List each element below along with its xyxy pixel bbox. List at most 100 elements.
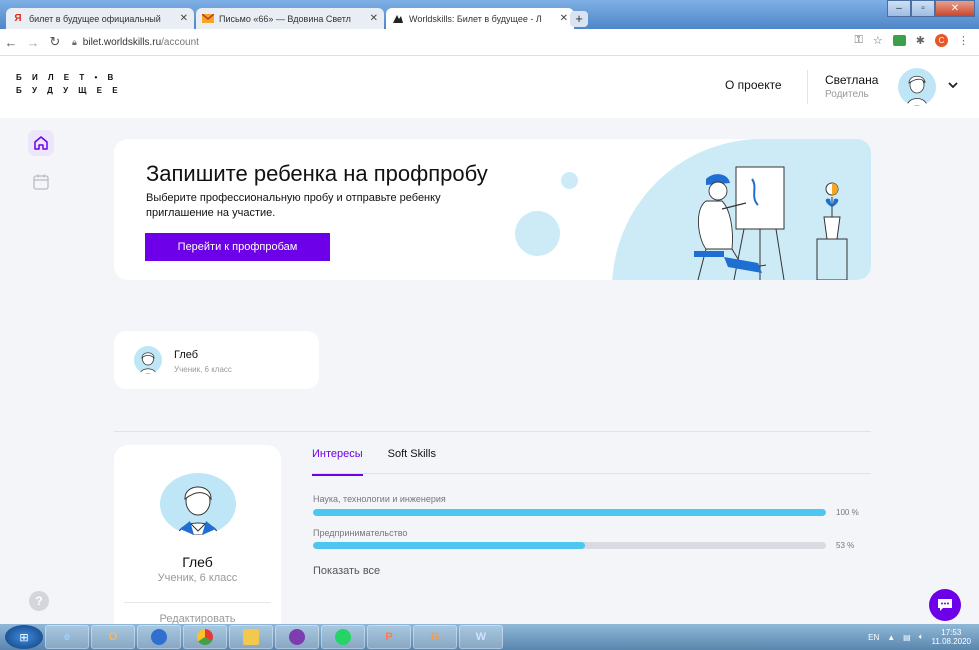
chat-button[interactable] xyxy=(929,589,961,621)
mail-icon xyxy=(202,13,214,25)
profile-card: Глеб Ученик, 6 класс Редактировать xyxy=(114,445,281,635)
profile-avatar xyxy=(160,473,236,535)
browser-tab-mail[interactable]: Письмо «66» — Вдовина Светл ✕ xyxy=(196,8,384,29)
header-divider xyxy=(807,70,808,104)
interest-percent: 53 % xyxy=(836,541,855,550)
user-name[interactable]: Светлана xyxy=(825,73,878,87)
ie-taskbar-icon[interactable]: e xyxy=(45,625,89,649)
decor-bubble xyxy=(561,172,578,189)
interest-progress-track xyxy=(313,509,826,516)
chrome-taskbar-icon[interactable] xyxy=(183,625,227,649)
close-window-button[interactable]: ✕ xyxy=(935,0,975,17)
child-name: Глеб xyxy=(174,349,199,361)
lock-icon: 🔒︎ xyxy=(72,36,77,47)
clock[interactable]: 17:53 11.08.2020 xyxy=(932,628,971,646)
artist-illustration xyxy=(694,166,848,280)
new-tab-button[interactable]: + xyxy=(570,11,588,27)
profile-icon[interactable]: C xyxy=(935,34,948,47)
start-button[interactable]: ⊞ xyxy=(5,625,43,649)
back-icon[interactable]: ← xyxy=(0,35,22,50)
chevron-down-icon[interactable] xyxy=(948,78,958,92)
calendar-icon xyxy=(33,174,49,190)
star-icon[interactable]: ☆ xyxy=(873,34,883,47)
interest-label: Наука, технологии и инженерия xyxy=(313,494,446,504)
banner-text: Выберите профессиональную пробу и отправ… xyxy=(146,192,441,219)
help-button[interactable]: ? xyxy=(29,591,49,611)
interest-percent: 100 % xyxy=(836,508,859,517)
key-icon[interactable]: ⚿ xyxy=(855,34,863,47)
profile-tabs: Интересы Soft Skills xyxy=(312,448,436,476)
logo-line-1: Б И Л Е Т • В xyxy=(16,73,118,82)
word-taskbar-icon[interactable]: W xyxy=(459,625,503,649)
worldskills-icon xyxy=(392,13,404,25)
close-tab-icon[interactable]: ✕ xyxy=(180,13,188,24)
tab-title: билет в будущее официальный xyxy=(29,13,161,24)
puzzle-icon[interactable]: ✱ xyxy=(916,34,925,47)
maximize-button[interactable]: ▫ xyxy=(911,0,935,17)
clock-time: 17:53 xyxy=(941,628,962,637)
child-grade: Ученик, 6 класс xyxy=(174,365,232,374)
interest-progress-fill xyxy=(313,509,826,516)
profile-grade: Ученик, 6 класс xyxy=(157,572,238,584)
url-field[interactable]: 🔒︎ bilet.worldskills.ru/account xyxy=(72,37,199,48)
tab-title: Письмо «66» — Вдовина Светл xyxy=(219,13,351,24)
url-path: /account xyxy=(161,36,199,48)
tab-title: Worldskills: Билет в будущее - Л xyxy=(409,13,542,24)
language-indicator[interactable]: EN xyxy=(868,633,879,642)
interest-label: Предпринимательство xyxy=(313,528,408,538)
extension-icon[interactable] xyxy=(892,35,906,46)
profile-name: Глеб xyxy=(182,554,213,570)
forward-icon[interactable]: → xyxy=(22,35,44,50)
close-tab-icon[interactable]: ✕ xyxy=(560,13,568,24)
viber-taskbar-icon[interactable] xyxy=(275,625,319,649)
tab-soft-skills[interactable]: Soft Skills xyxy=(388,448,436,476)
tray-arrow-icon[interactable]: ▲ xyxy=(887,633,895,642)
address-bar-row: ← → ↻ 🔒︎ bilet.worldskills.ru/account ⚿ … xyxy=(0,29,979,56)
browser-tab-yandex[interactable]: Я билет в будущее официальный ✕ xyxy=(6,8,194,29)
home-nav-button[interactable] xyxy=(28,130,54,156)
logo-line-2: Б У Д У Щ Е Е xyxy=(16,86,122,95)
windows-taskbar: ⊞ e O P G W EN ▲ ▤ 🔈︎ 17:53 11.08.2020 xyxy=(0,624,979,650)
show-all-link[interactable]: Показать все xyxy=(313,565,380,577)
menu-dots-icon[interactable]: ⋮ xyxy=(958,34,969,47)
go-to-profproba-button[interactable]: Перейти к профпробам xyxy=(145,233,330,261)
child-avatar xyxy=(134,346,162,374)
site-header: Б И Л Е Т • В Б У Д У Щ Е Е О проекте Св… xyxy=(0,56,979,118)
banner-title: Запишите ребенка на профпробу xyxy=(146,161,488,186)
volume-icon[interactable]: 🔈︎ xyxy=(919,632,924,642)
user-avatar[interactable] xyxy=(898,68,936,106)
explorer-taskbar-icon[interactable] xyxy=(229,625,273,649)
minimize-button[interactable]: – xyxy=(887,0,911,17)
site-logo[interactable]: Б И Л Е Т • В Б У Д У Щ Е Е xyxy=(16,71,122,97)
interest-progress-track xyxy=(313,542,826,549)
system-tray: EN ▲ ▤ 🔈︎ 17:53 11.08.2020 xyxy=(868,628,971,646)
browser-tab-strip: Я билет в будущее официальный ✕ Письмо «… xyxy=(0,0,979,29)
app-taskbar-icon[interactable]: G xyxy=(413,625,457,649)
window-controls: – ▫ ✕ xyxy=(887,0,975,17)
calendar-nav-button[interactable] xyxy=(31,172,51,192)
tab-interests[interactable]: Интересы xyxy=(312,448,363,476)
browser-tab-worldskills[interactable]: Worldskills: Билет в будущее - Л ✕ xyxy=(386,8,574,29)
url-domain: bilet.worldskills.ru xyxy=(82,36,162,48)
tabs-underline xyxy=(312,473,871,474)
decor-bubble xyxy=(515,211,560,256)
user-role: Родитель xyxy=(825,89,869,100)
profproba-banner: Запишите ребенка на профпробу Выберите п… xyxy=(114,139,871,280)
about-project-link[interactable]: О проекте xyxy=(725,78,782,92)
section-divider xyxy=(114,431,871,432)
outlook-taskbar-icon[interactable]: O xyxy=(91,625,135,649)
extension-icons: ⚿ ☆ ✱ C ⋮ xyxy=(855,34,969,47)
clock-date: 11.08.2020 xyxy=(931,637,971,646)
child-card[interactable]: Глеб Ученик, 6 класс xyxy=(114,331,319,389)
home-icon xyxy=(34,136,48,150)
profile-divider xyxy=(124,602,271,603)
yandex-icon: Я xyxy=(14,13,22,24)
chat-icon xyxy=(938,599,952,611)
network-icon[interactable]: ▤ xyxy=(903,633,911,642)
browser-taskbar-icon[interactable] xyxy=(137,625,181,649)
powerpoint-taskbar-icon[interactable]: P xyxy=(367,625,411,649)
close-tab-icon[interactable]: ✕ xyxy=(370,13,378,24)
whatsapp-taskbar-icon[interactable] xyxy=(321,625,365,649)
reload-icon[interactable]: ↻ xyxy=(44,34,66,50)
interest-progress-fill xyxy=(313,542,585,549)
